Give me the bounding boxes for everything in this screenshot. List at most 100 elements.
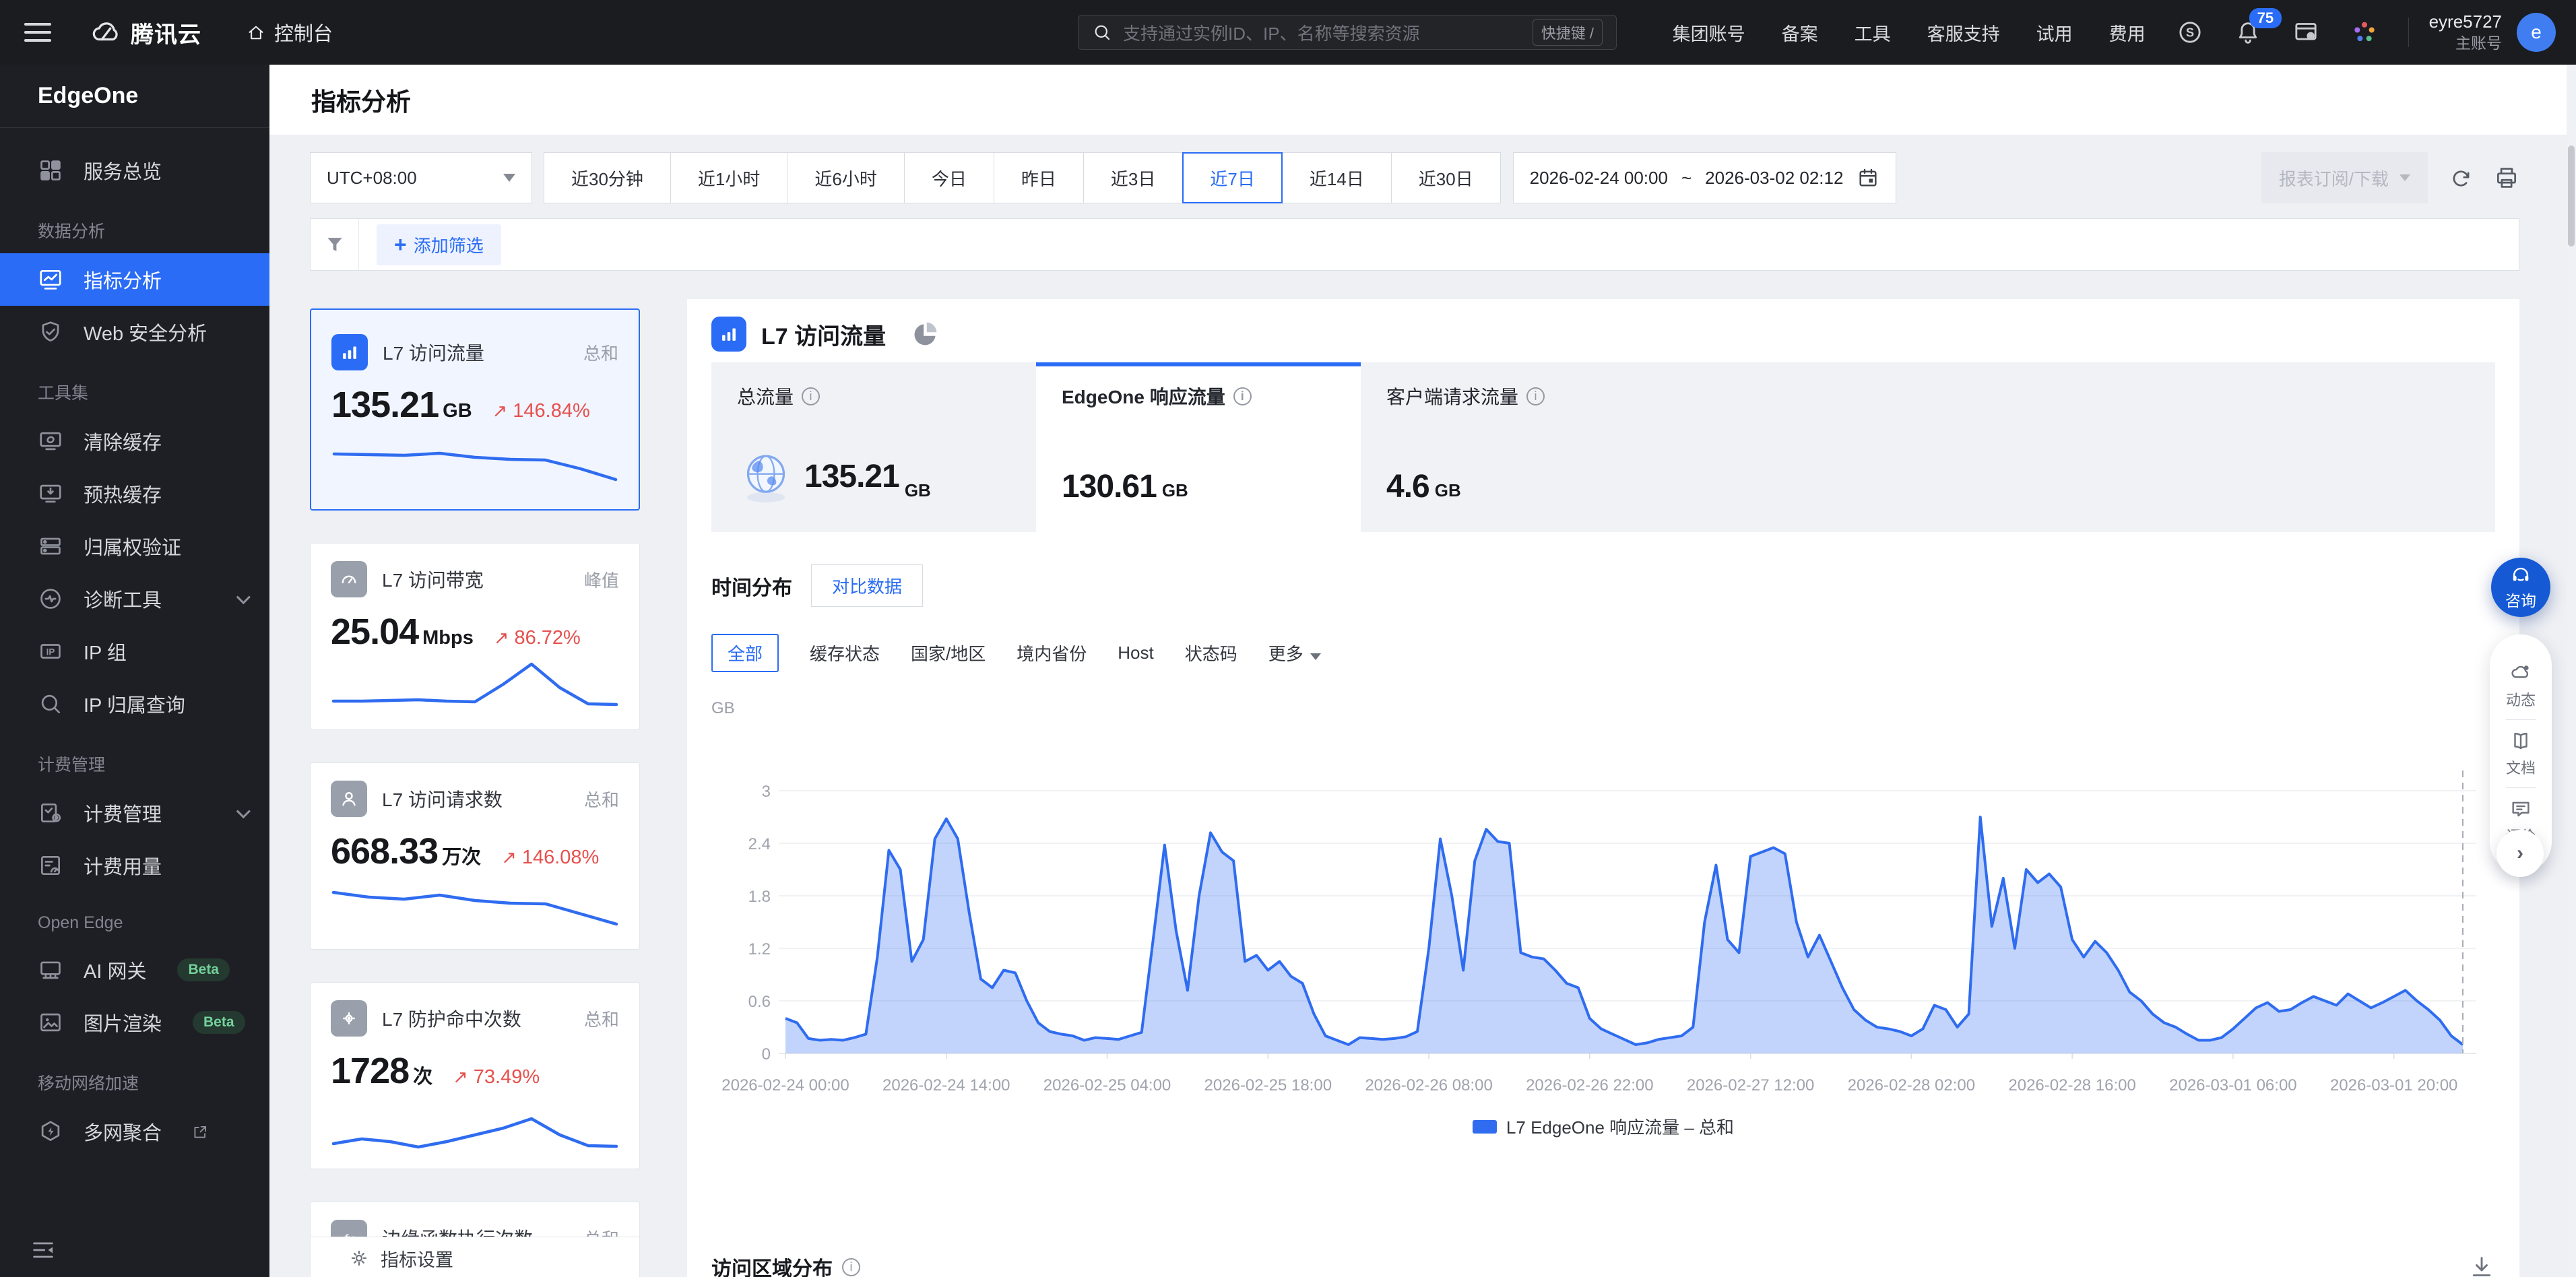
print-button[interactable]: [2494, 165, 2519, 191]
bar-chart-icon: [711, 317, 746, 352]
metric-card[interactable]: L7 访问带宽峰值25.04Mbps↗86.72%: [310, 543, 640, 730]
timezone-select[interactable]: UTC+08:00: [310, 152, 532, 203]
menu-icon[interactable]: [24, 23, 51, 42]
billing-center-button[interactable]: S: [2177, 19, 2203, 46]
sidebar-item[interactable]: 指标分析: [0, 253, 269, 306]
sidebar-item[interactable]: Web 安全分析: [0, 306, 269, 358]
time-range-button[interactable]: 近30分钟: [544, 152, 671, 203]
user-role: 主账号: [2429, 34, 2502, 54]
image-icon: [38, 1010, 63, 1035]
sidebar-item[interactable]: 多网聚合: [0, 1105, 269, 1158]
metric-card[interactable]: L7 访问流量总和135.21GB↗146.84%: [310, 308, 640, 511]
topnav-item[interactable]: 备案: [1782, 20, 1818, 46]
console-link[interactable]: 控制台: [246, 18, 333, 46]
console-settings-button[interactable]: [2292, 19, 2319, 46]
dimension-tab[interactable]: 缓存状态: [810, 641, 880, 665]
legend-label: L7 EdgeOne 响应流量 – 总和: [1506, 1114, 1734, 1139]
news-button[interactable]: 动态: [2506, 652, 2536, 719]
timezone-value: UTC+08:00: [327, 168, 417, 189]
add-filter-label: 添加筛选: [414, 232, 484, 257]
download-button[interactable]: [2468, 1253, 2495, 1277]
user-account[interactable]: eyre5727 主账号: [2429, 11, 2502, 54]
scrollbar-thumb[interactable]: [2568, 145, 2575, 247]
svg-text:2026-02-25 04:00: 2026-02-25 04:00: [1043, 1076, 1171, 1094]
arrow-up-right-icon: ↗: [492, 401, 508, 422]
shield-icon: [38, 319, 63, 345]
sidebar-item[interactable]: 预热缓存: [0, 467, 269, 520]
sidebar-item[interactable]: 清除缓存: [0, 415, 269, 467]
sidebar-collapse-button[interactable]: [30, 1237, 57, 1264]
external-link-icon: [191, 1121, 209, 1143]
expand-helpers-button[interactable]: ›: [2497, 830, 2544, 877]
consult-button[interactable]: 咨询: [2491, 558, 2550, 617]
sidebar-item[interactable]: 归属权验证: [0, 520, 269, 572]
traffic-unit: GB: [905, 480, 931, 505]
sidebar-item-label: 计费用量: [84, 851, 162, 880]
bars-icon: [338, 341, 361, 364]
target-icon: [337, 1007, 360, 1030]
add-filter-button[interactable]: + 添加筛选: [377, 224, 501, 265]
dimension-tab[interactable]: 国家/地区: [911, 641, 986, 665]
time-range-button[interactable]: 近1小时: [670, 152, 787, 203]
traffic-tab[interactable]: EdgeOne 响应流量 i130.61GB: [1036, 362, 1361, 532]
sparkline: [331, 874, 619, 938]
gauge-icon: [337, 568, 360, 591]
svg-text:2026-02-28 02:00: 2026-02-28 02:00: [1848, 1076, 1976, 1094]
filter-funnel-icon[interactable]: [311, 219, 359, 270]
docs-button[interactable]: 文档: [2506, 720, 2536, 787]
traffic-tab[interactable]: 客户端请求流量 i4.6GB: [1361, 362, 1685, 532]
traffic-tab[interactable]: 总流量 i135.21GB: [711, 362, 1036, 532]
time-range-button[interactable]: 近14日: [1282, 152, 1392, 203]
avatar[interactable]: e: [2517, 13, 2556, 52]
sidebar-item[interactable]: IPIP 组: [0, 625, 269, 678]
chart-legend[interactable]: L7 EdgeOne 响应流量 – 总和: [711, 1114, 2495, 1139]
sidebar-section-label: Open Edge: [0, 892, 269, 944]
metric-value: 135.21: [331, 384, 439, 426]
pie-chart-icon[interactable]: [910, 319, 940, 349]
search-input[interactable]: 支持通过实例ID、IP、名称等搜索资源 快捷键 /: [1078, 15, 1617, 50]
time-range-button[interactable]: 今日: [904, 152, 994, 203]
sidebar-item[interactable]: IP 归属查询: [0, 678, 269, 730]
time-range-button[interactable]: 近3日: [1083, 152, 1183, 203]
cloud-bell-icon: [2509, 661, 2532, 684]
topnav-item[interactable]: 工具: [1855, 20, 1891, 46]
topnav-item[interactable]: 费用: [2109, 20, 2146, 46]
metric-settings-button[interactable]: 指标设置: [310, 1237, 640, 1277]
topnav-item[interactable]: 客服支持: [1927, 20, 2000, 46]
report-label: 报表订阅/下载: [2279, 166, 2389, 191]
sidebar-item[interactable]: 服务总览: [0, 144, 269, 197]
metric-card[interactable]: L7 防护命中次数总和1728次↗73.49%: [310, 982, 640, 1169]
apps-pinwheel-button[interactable]: [2350, 18, 2379, 46]
sidebar-section-label: 计费管理: [0, 730, 269, 787]
topnav-item[interactable]: 集团账号: [1673, 20, 1745, 46]
dimension-tab[interactable]: 全部: [711, 634, 779, 672]
time-range-button[interactable]: 近7日: [1182, 152, 1282, 203]
dimension-tab[interactable]: 状态码: [1185, 641, 1237, 665]
dimension-tab[interactable]: Host: [1118, 643, 1153, 663]
topbar-divider: [2408, 18, 2409, 47]
dimension-tab[interactable]: 更多: [1268, 641, 1321, 665]
scrollbar-track[interactable]: [2567, 65, 2576, 1277]
toolbar-right: 报表订阅/下载: [2261, 152, 2519, 203]
time-range-button[interactable]: 近30日: [1391, 152, 1501, 203]
sidebar-item[interactable]: 图片渲染Beta: [0, 996, 269, 1049]
metric-card[interactable]: L7 访问请求数总和668.33万次↗146.08%: [310, 762, 640, 950]
dimension-tab[interactable]: 境内省份: [1017, 641, 1087, 665]
sidebar-item-label: IP 归属查询: [84, 690, 185, 718]
time-distribution-chart[interactable]: 00.61.21.82.432026-02-24 00:002026-02-24…: [711, 723, 2499, 1101]
topbar-right: 集团账号 备案 工具 客服支持 试用 费用 S 75 eyre5727 主账号 e: [1636, 11, 2556, 54]
sidebar-item[interactable]: 计费管理: [0, 787, 269, 839]
report-subscribe-button[interactable]: 报表订阅/下载: [2261, 152, 2428, 203]
notifications-button[interactable]: 75: [2234, 19, 2261, 46]
tencent-cloud-logo[interactable]: 腾讯云: [90, 16, 201, 49]
sidebar-item[interactable]: 计费用量: [0, 839, 269, 892]
sidebar-item[interactable]: AI 网关Beta: [0, 944, 269, 996]
time-range-button[interactable]: 昨日: [994, 152, 1084, 203]
time-range-button[interactable]: 近6小时: [787, 152, 904, 203]
compare-data-button[interactable]: 对比数据: [811, 564, 923, 607]
notification-count-badge: 75: [2249, 8, 2282, 28]
refresh-button[interactable]: [2448, 165, 2474, 191]
date-range-picker[interactable]: 2026-02-24 00:00 ~ 2026-03-02 02:12: [1513, 152, 1897, 203]
sidebar-item[interactable]: 诊断工具: [0, 572, 269, 625]
topnav-item[interactable]: 试用: [2036, 20, 2073, 46]
